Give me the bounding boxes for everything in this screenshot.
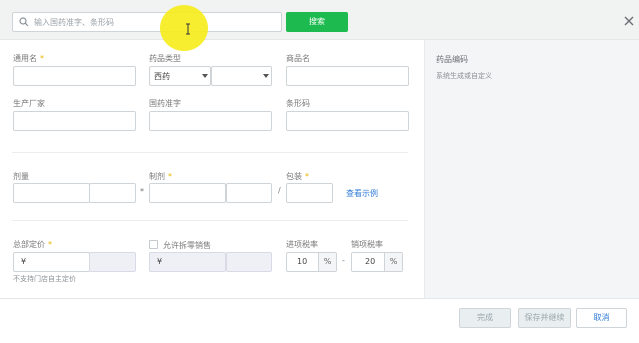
section-divider <box>12 152 408 153</box>
total-price-label: 总部定价 * <box>13 240 52 249</box>
package-label: 包装 * <box>286 172 309 181</box>
top-search-bar: 搜索 <box>0 0 639 40</box>
split-price-unit-field <box>226 252 272 272</box>
formulation-label: 制剂 * <box>149 172 172 181</box>
section-divider <box>12 220 408 221</box>
purchase-tax-value: 10 <box>297 257 308 266</box>
manufacturer-label: 生产厂家 <box>13 99 45 108</box>
required-mark: * <box>168 172 172 181</box>
save-and-continue-button[interactable]: 保存并继续 <box>518 308 571 328</box>
drug-code-title: 药品编码 <box>436 55 468 64</box>
sales-tax-input[interactable]: 20 % <box>351 252 403 272</box>
drug-code-panel: 药品编码 系统生成或自定义 <box>424 40 639 298</box>
currency-symbol: ¥ <box>157 257 163 266</box>
dosage-unit-input[interactable] <box>89 183 136 203</box>
done-button[interactable]: 完成 <box>459 308 511 328</box>
formulation-unit-input[interactable] <box>226 183 272 203</box>
total-price-input[interactable]: ¥ <box>13 252 90 272</box>
percent-unit: % <box>318 253 336 271</box>
drug-subtype-select[interactable] <box>211 66 272 86</box>
search-icon <box>19 17 29 27</box>
approval-number-label: 国药准字 <box>149 99 181 108</box>
trade-name-input[interactable] <box>286 66 409 86</box>
percent-unit: % <box>384 253 402 271</box>
split-price-input: ¥ <box>149 252 226 272</box>
search-box[interactable] <box>12 12 282 32</box>
sales-tax-label: 销项税率 <box>351 240 383 249</box>
drug-type-select[interactable]: 西药 <box>149 66 211 86</box>
view-example-link[interactable]: 查看示例 <box>346 188 378 199</box>
slash-sign: / <box>278 186 281 195</box>
required-mark: * <box>305 172 309 181</box>
package-input[interactable] <box>286 183 333 203</box>
trade-name-label: 商品名 <box>286 54 310 63</box>
search-button[interactable]: 搜索 <box>286 12 348 32</box>
allow-split-label: 允许拆零销售 <box>163 241 211 250</box>
chevron-down-icon <box>263 74 269 78</box>
barcode-input[interactable] <box>286 111 409 131</box>
search-input[interactable] <box>34 15 274 29</box>
drug-type-value: 西药 <box>154 72 170 81</box>
close-icon[interactable] <box>620 12 638 30</box>
dash-sign: - <box>342 256 345 265</box>
generic-name-label: 通用名 * <box>13 54 44 63</box>
times-sign: * <box>140 187 144 196</box>
required-mark: * <box>40 54 44 63</box>
drug-code-subtitle: 系统生成或自定义 <box>436 72 492 80</box>
formulation-input[interactable] <box>149 183 226 203</box>
no-store-pricing-hint: 不支持门店自主定价 <box>13 275 76 283</box>
approval-number-input[interactable] <box>149 111 272 131</box>
drug-type-label: 药品类型 <box>149 54 181 63</box>
text-cursor-icon <box>186 23 190 35</box>
allow-split-checkbox[interactable] <box>149 240 158 249</box>
cursor-highlight <box>160 5 208 51</box>
manufacturer-input[interactable] <box>13 111 136 131</box>
total-price-unit-field <box>89 252 136 272</box>
dosage-input[interactable] <box>13 183 90 203</box>
chevron-down-icon <box>202 74 208 78</box>
generic-name-input[interactable] <box>13 66 136 86</box>
purchase-tax-input[interactable]: 10 % <box>286 252 337 272</box>
required-mark: * <box>48 240 52 249</box>
purchase-tax-label: 进项税率 <box>286 240 318 249</box>
sales-tax-value: 20 <box>365 257 376 266</box>
cancel-button[interactable]: 取消 <box>576 308 627 328</box>
currency-symbol: ¥ <box>21 257 27 266</box>
dialog-footer: 完成 保存并继续 取消 <box>0 298 639 343</box>
barcode-label: 条形码 <box>286 99 310 108</box>
dosage-label: 剂量 <box>13 172 29 181</box>
